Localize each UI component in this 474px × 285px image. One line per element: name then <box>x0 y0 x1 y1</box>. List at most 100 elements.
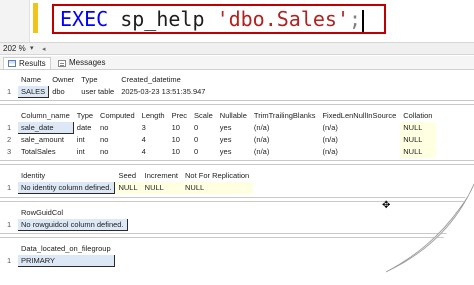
row-number[interactable]: 1 <box>4 219 18 231</box>
row-number[interactable]: 3 <box>4 146 18 158</box>
row-number[interactable]: 1 <box>4 86 18 98</box>
table-cell[interactable]: 0 <box>191 134 217 146</box>
results-pane[interactable]: Name Owner Type Created_datetime 1 SALES… <box>0 71 474 285</box>
result-grid-3: Identity Seed Increment Not For Replicat… <box>3 169 253 194</box>
column-header[interactable]: Column_name <box>18 110 74 122</box>
scroll-left-icon[interactable]: ◂ <box>42 45 46 53</box>
table-row[interactable]: 1 SALES dbo user table 2025-03-23 13:51:… <box>4 85 209 98</box>
table-cell[interactable]: (n/a) <box>250 122 319 134</box>
column-header[interactable]: FixedLenNullInSource <box>319 110 400 122</box>
result-grid-2: Column_name Type Computed Length Prec Sc… <box>3 109 436 158</box>
column-header[interactable]: Prec <box>168 110 190 122</box>
table-cell[interactable]: 3 <box>138 122 168 134</box>
column-header[interactable]: Not For Replication <box>182 170 253 182</box>
zoom-dropdown-icon[interactable]: ▾ <box>30 44 34 52</box>
table-cell[interactable]: SALES <box>16 85 50 98</box>
column-header[interactable]: Type <box>78 74 118 86</box>
row-number[interactable]: 2 <box>4 134 18 146</box>
table-cell[interactable]: NULL <box>399 121 436 134</box>
table-cell[interactable]: yes <box>216 122 250 134</box>
row-number[interactable]: 1 <box>4 122 18 134</box>
table-cell[interactable]: 0 <box>191 122 217 134</box>
column-header[interactable]: Name <box>18 74 49 86</box>
table-cell[interactable]: sale_date <box>17 121 74 134</box>
table-row[interactable]: 1 sale_date date no 3 10 0 yes (n/a) (n/… <box>4 121 436 134</box>
table-cell[interactable]: dbo <box>49 86 78 98</box>
column-header[interactable]: Increment <box>141 170 181 182</box>
table-row[interactable]: 1 No rowguidcol column defined. <box>4 218 128 231</box>
result-grid-4: RowGuidCol 1 No rowguidcol column define… <box>3 206 128 231</box>
proc-name: sp_help <box>120 7 205 31</box>
row-number[interactable]: 1 <box>4 182 18 194</box>
column-header[interactable]: Owner <box>49 74 78 86</box>
column-header[interactable]: Length <box>138 110 168 122</box>
text-caret <box>362 9 365 32</box>
table-cell[interactable]: (n/a) <box>319 146 400 158</box>
table-cell[interactable]: 10 <box>168 122 190 134</box>
table-cell[interactable]: (n/a) <box>250 146 319 158</box>
table-cell[interactable]: yes <box>216 146 250 158</box>
table-cell[interactable]: 2025-03-23 13:51:35.947 <box>118 86 209 98</box>
table-cell[interactable]: 4 <box>138 146 168 158</box>
table-cell[interactable]: (n/a) <box>319 122 400 134</box>
query-editor[interactable]: EXEC sp_help 'dbo.Sales'; <box>0 0 474 42</box>
table-cell[interactable]: NULL <box>181 181 253 194</box>
editor-gutter <box>0 0 30 42</box>
table-cell[interactable]: 0 <box>191 146 217 158</box>
column-header[interactable]: Scale <box>191 110 217 122</box>
grid-splitter[interactable] <box>0 233 474 238</box>
table-cell[interactable]: no <box>97 146 139 158</box>
column-header[interactable]: Nullable <box>216 110 250 122</box>
table-cell[interactable]: (n/a) <box>319 134 400 146</box>
result-grid-1: Name Owner Type Created_datetime 1 SALES… <box>3 73 209 98</box>
table-cell[interactable]: user table <box>78 86 118 98</box>
table-cell[interactable]: NULL <box>399 133 436 146</box>
column-header[interactable]: Data_located_on_filegroup <box>18 243 115 255</box>
column-header[interactable]: Type <box>73 110 96 122</box>
column-header[interactable]: Seed <box>115 170 141 182</box>
tab-results[interactable]: Results <box>3 57 51 69</box>
tab-results-label: Results <box>19 58 46 68</box>
column-header[interactable]: Identity <box>18 170 115 182</box>
table-cell[interactable]: no <box>97 134 139 146</box>
table-cell[interactable]: yes <box>216 134 250 146</box>
column-header[interactable]: Computed <box>97 110 139 122</box>
table-cell[interactable]: NULL <box>141 181 182 194</box>
zoom-level[interactable]: 202 % <box>3 44 26 53</box>
column-header[interactable]: TrimTrailingBlanks <box>250 110 319 122</box>
table-cell[interactable]: TotalSales <box>18 146 74 158</box>
tab-messages[interactable]: Messages <box>54 57 109 69</box>
table-cell[interactable]: No identity column defined. <box>16 181 116 194</box>
table-cell[interactable]: NULL <box>114 181 142 194</box>
zoom-bar: 202 % ▾ ◂ <box>0 42 474 55</box>
table-cell[interactable]: int <box>73 146 96 158</box>
table-cell[interactable]: no <box>97 122 139 134</box>
result-grid-5: Data_located_on_filegroup 1 PRIMARY <box>3 242 115 267</box>
table-cell[interactable]: sale_amount <box>18 134 74 146</box>
grid-splitter[interactable] <box>0 197 474 202</box>
table-cell[interactable]: (n/a) <box>250 134 319 146</box>
grid-splitter[interactable] <box>0 160 474 165</box>
table-row[interactable]: 1 PRIMARY <box>4 254 115 267</box>
table-cell[interactable]: PRIMARY <box>17 254 115 267</box>
table-cell[interactable]: NULL <box>399 145 436 158</box>
query-line[interactable]: EXEC sp_help 'dbo.Sales'; <box>60 7 365 32</box>
change-indicator-bar <box>33 3 38 33</box>
table-cell[interactable]: No rowguidcol column defined. <box>17 218 128 231</box>
row-number[interactable]: 1 <box>4 255 18 267</box>
table-row[interactable]: 1 No identity column defined. NULL NULL … <box>4 181 253 194</box>
message-icon <box>58 59 66 67</box>
table-row[interactable]: 3 TotalSales int no 4 10 0 yes (n/a) (n/… <box>4 145 436 158</box>
column-header[interactable]: RowGuidCol <box>18 207 128 219</box>
column-header[interactable]: Created_datetime <box>118 74 209 86</box>
table-cell[interactable]: int <box>73 134 96 146</box>
tab-messages-label: Messages <box>69 58 106 67</box>
column-header[interactable]: Collation <box>400 110 436 122</box>
table-cell[interactable]: 10 <box>168 134 190 146</box>
table-row[interactable]: 2 sale_amount int no 4 10 0 yes (n/a) (n… <box>4 133 436 146</box>
table-cell[interactable]: 4 <box>138 134 168 146</box>
table-cell[interactable]: date <box>73 122 96 134</box>
table-cell[interactable]: 10 <box>168 146 190 158</box>
query-highlight-box: EXEC sp_help 'dbo.Sales'; <box>52 4 386 34</box>
grid-splitter[interactable] <box>0 100 474 105</box>
